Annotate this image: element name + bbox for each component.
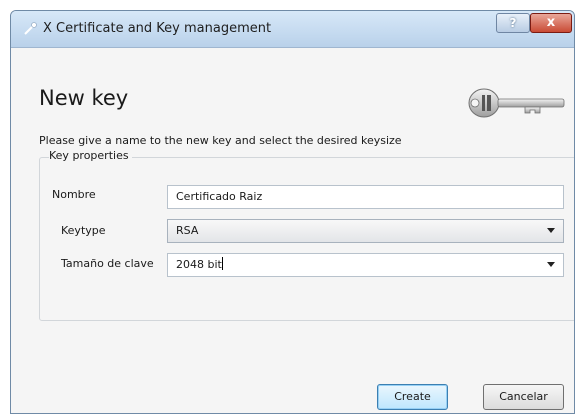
key-illustration-icon <box>468 88 565 118</box>
page-description: Please give a name to the new key and se… <box>39 134 402 147</box>
key-icon <box>24 22 37 35</box>
chevron-down-icon <box>547 228 555 233</box>
chevron-down-icon[interactable] <box>547 262 555 267</box>
name-label: Nombre <box>52 188 96 201</box>
keysize-label: Tamaño de clave <box>61 257 154 270</box>
keytype-select[interactable]: RSA <box>167 219 564 243</box>
help-button[interactable]: ? <box>496 13 530 33</box>
create-button[interactable]: Create <box>377 384 448 410</box>
name-input[interactable]: Certificado Raiz <box>167 185 564 209</box>
keytype-value: RSA <box>176 224 199 237</box>
cancel-button[interactable]: Cancelar <box>483 384 564 410</box>
key-properties-label: Key properties <box>49 149 132 162</box>
keytype-label: Keytype <box>61 224 106 237</box>
title-bar[interactable]: X Certificate and Key management ? x <box>11 11 574 48</box>
text-caret <box>221 257 223 270</box>
dialog-content: New key Please give a name to the new ke… <box>11 48 574 413</box>
page-title: New key <box>39 86 129 110</box>
close-button[interactable]: x <box>530 13 572 33</box>
keysize-combobox[interactable]: 2048 bit <box>167 253 564 277</box>
dialog-window: X Certificate and Key management ? x New… <box>10 10 575 414</box>
keysize-value: 2048 bit <box>176 258 222 271</box>
window-title: X Certificate and Key management <box>43 21 272 36</box>
